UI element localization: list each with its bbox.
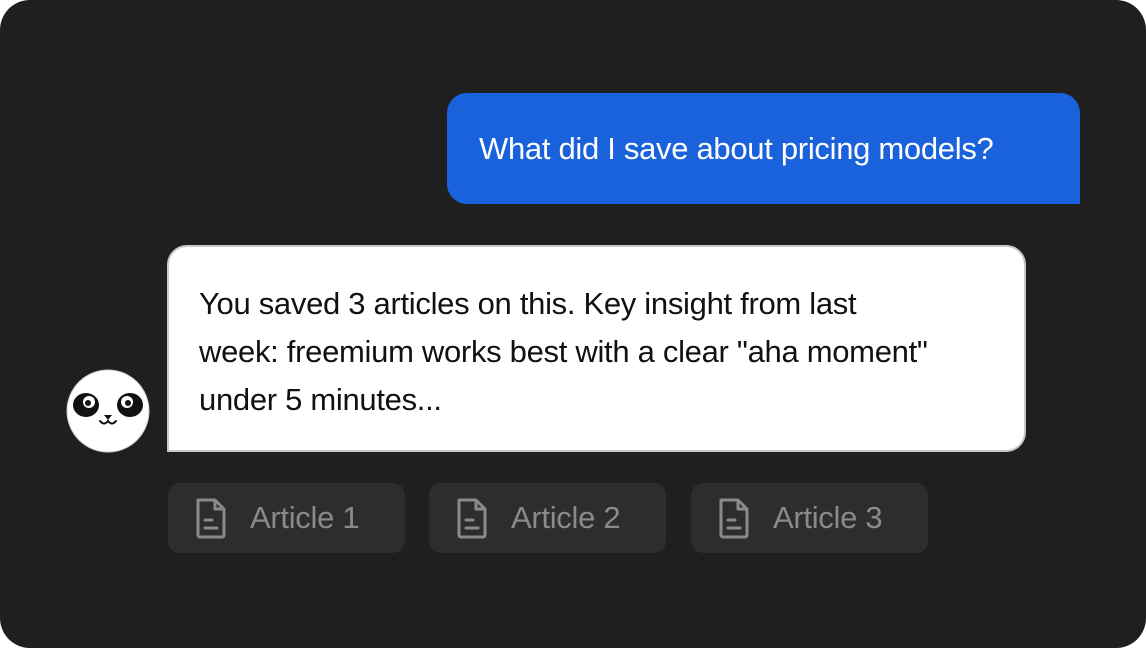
user-message-bubble: What did I save about pricing models?: [447, 93, 1080, 204]
article-chip-label: Article 2: [511, 500, 621, 535]
document-icon: [457, 498, 487, 539]
article-chip-1[interactable]: Article 1: [168, 483, 405, 553]
assistant-message-bubble: You saved 3 articles on this. Key insigh…: [167, 245, 1026, 452]
document-icon: [719, 498, 749, 539]
article-chip-label: Article 1: [250, 500, 360, 535]
document-icon: [196, 498, 226, 539]
article-chip-3[interactable]: Article 3: [691, 483, 928, 553]
panda-face-icon: [66, 369, 150, 453]
chat-window: What did I save about pricing models? Yo…: [0, 0, 1146, 648]
article-chip-label: Article 3: [773, 500, 883, 535]
assistant-message-text: You saved 3 articles on this. Key insigh…: [199, 286, 928, 417]
user-message-text: What did I save about pricing models?: [479, 130, 994, 166]
article-chip-2[interactable]: Article 2: [429, 483, 666, 553]
